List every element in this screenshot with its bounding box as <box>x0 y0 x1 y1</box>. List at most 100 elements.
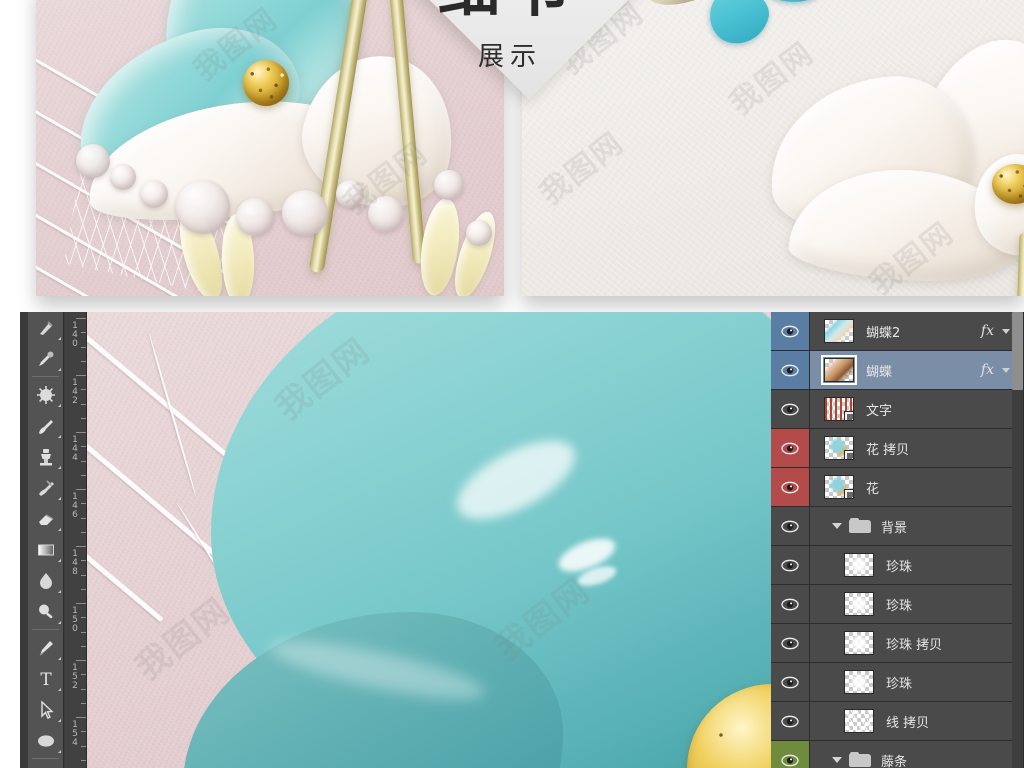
layer-visibility-toggle[interactable] <box>771 546 810 584</box>
layer-row[interactable]: 珍珠 <box>771 663 1024 702</box>
brush-tool[interactable] <box>28 410 64 441</box>
layer-visibility-toggle[interactable] <box>771 702 810 740</box>
ruler-minor-tick <box>81 745 86 747</box>
layer-thumbnail-art <box>825 359 853 381</box>
pearl-1 <box>76 144 110 178</box>
layer-visibility-toggle[interactable] <box>771 429 810 467</box>
layer-thumbnail[interactable] <box>844 553 874 577</box>
layer-name-label: 珍珠 <box>886 676 913 692</box>
layer-thumbnail[interactable] <box>844 631 874 655</box>
tool-corner-marker <box>58 404 61 407</box>
layer-name-label: 珍珠 <box>886 559 913 575</box>
layer-row[interactable]: 花 <box>771 468 1024 507</box>
canvas-viewport[interactable]: 我图网 我图网 我图网 <box>87 312 771 768</box>
chevron-down-icon[interactable] <box>832 757 842 763</box>
layer-thumbnail[interactable] <box>824 397 854 421</box>
ruler-major-tick <box>76 660 86 661</box>
layer-group-row[interactable]: 藤条 <box>771 741 1024 768</box>
ruler-minor-tick <box>81 731 86 733</box>
layer-visibility-toggle[interactable] <box>771 741 810 768</box>
tool-corner-marker <box>58 719 61 722</box>
layer-name-label: 花 拷贝 <box>866 442 910 458</box>
ellipse-tool[interactable] <box>28 725 64 756</box>
pen-tool[interactable] <box>28 632 64 663</box>
eyedropper-tool[interactable] <box>28 343 64 374</box>
tool-corner-marker <box>58 590 61 593</box>
layer-visibility-toggle[interactable] <box>771 507 810 545</box>
ruler-minor-tick <box>81 617 86 619</box>
layer-visibility-toggle[interactable] <box>771 312 810 350</box>
ruler-minor-tick <box>81 688 86 690</box>
pearl-3 <box>140 180 168 208</box>
eraser-tool[interactable] <box>28 503 64 534</box>
layer-thumbnail[interactable] <box>844 592 874 616</box>
hand-tool[interactable] <box>28 761 64 768</box>
path-selection-tool[interactable] <box>28 694 64 725</box>
ruler-minor-tick <box>81 702 86 704</box>
chevron-down-icon[interactable] <box>832 523 842 529</box>
layers-panel[interactable]: 蝴蝶2 fx 蝴蝶 fx 文字花 拷贝花背景 珍珠 珍珠 珍珠 拷贝 珍珠线 拷贝 藤条 <box>771 312 1024 768</box>
spot-healing-brush-tool[interactable] <box>28 379 64 410</box>
layer-row[interactable]: 文字 <box>771 390 1024 429</box>
blur-tool[interactable] <box>28 565 64 596</box>
history-brush-tool[interactable] <box>28 472 64 503</box>
layer-visibility-toggle[interactable] <box>771 468 810 506</box>
layers-panel-scrollbar-thumb[interactable] <box>1012 312 1023 390</box>
layer-visibility-toggle[interactable] <box>771 351 810 389</box>
layer-row[interactable]: 珍珠 <box>771 585 1024 624</box>
layer-visibility-toggle[interactable] <box>771 624 810 662</box>
layer-visibility-toggle[interactable] <box>771 585 810 623</box>
layer-thumbnail[interactable] <box>824 475 854 499</box>
ruler-minor-tick <box>81 389 86 391</box>
layer-visibility-toggle[interactable] <box>771 663 810 701</box>
ruler-minor-tick <box>81 460 86 462</box>
layer-row[interactable]: 蝴蝶2 fx <box>771 312 1024 351</box>
layer-group-row[interactable]: 背景 <box>771 507 1024 546</box>
layer-visibility-toggle[interactable] <box>771 390 810 428</box>
layer-thumbnail[interactable] <box>821 355 857 385</box>
dodge-tool[interactable] <box>28 596 64 627</box>
photoshop-toolbar[interactable]: T <box>28 312 64 768</box>
layer-thumbnail-art <box>825 320 853 342</box>
healing-brush-tool[interactable] <box>28 312 64 343</box>
layers-panel-scrollbar[interactable] <box>1012 312 1023 768</box>
layer-row[interactable]: 蝴蝶 fx <box>771 351 1024 390</box>
ruler-minor-tick <box>81 503 86 505</box>
eye-icon <box>781 520 799 532</box>
layer-row[interactable]: 珍珠 <box>771 546 1024 585</box>
folder-icon <box>849 518 871 534</box>
layer-effects-expand-icon[interactable] <box>1002 367 1010 373</box>
eye-icon <box>781 325 799 337</box>
layer-name-label: 线 拷贝 <box>886 715 930 731</box>
layer-row[interactable]: 花 拷贝 <box>771 429 1024 468</box>
ruler-label: 1 4 4 <box>72 435 78 463</box>
tool-corner-marker <box>58 657 61 660</box>
svg-text:T: T <box>40 670 52 689</box>
layer-effects-expand-icon[interactable] <box>1002 328 1010 334</box>
vertical-ruler[interactable]: 1 4 0 1 4 2 1 4 4 1 4 6 1 4 8 1 5 0 1 5 2 1 5 4 <box>65 312 87 768</box>
layer-effects-fx-icon[interactable]: fx <box>981 323 994 339</box>
layer-thumbnail[interactable] <box>824 436 854 460</box>
toolbar-divider <box>32 376 59 377</box>
layer-row[interactable]: 珍珠 拷贝 <box>771 624 1024 663</box>
layer-row[interactable]: 线 拷贝 <box>771 702 1024 741</box>
layer-name-label: 背景 <box>881 520 908 536</box>
gradient-tool[interactable] <box>28 534 64 565</box>
smart-object-badge-icon <box>844 411 853 420</box>
pearl-7 <box>336 180 364 208</box>
layer-thumbnail[interactable] <box>844 670 874 694</box>
ruler-minor-tick <box>81 631 86 633</box>
layer-effects-fx-icon[interactable]: fx <box>981 362 994 378</box>
layer-thumbnail[interactable] <box>824 319 854 343</box>
eye-icon <box>781 676 799 688</box>
ruler-minor-tick <box>81 560 86 562</box>
eye-icon <box>781 559 799 571</box>
horizontal-type-tool[interactable]: T <box>28 663 64 694</box>
clone-stamp-tool[interactable] <box>28 441 64 472</box>
ruler-major-tick <box>76 318 86 319</box>
layer-thumbnail[interactable] <box>844 709 874 733</box>
preview-strip: 我图网 我图网 我图网 我图网 我图网 我图网 细节 展示 <box>0 0 1024 312</box>
ruler-minor-tick <box>81 360 86 362</box>
photoshop-window: T 1 4 0 1 4 2 1 4 4 1 4 6 1 4 8 1 5 0 1 … <box>20 312 1024 768</box>
ruler-minor-tick <box>81 403 86 405</box>
